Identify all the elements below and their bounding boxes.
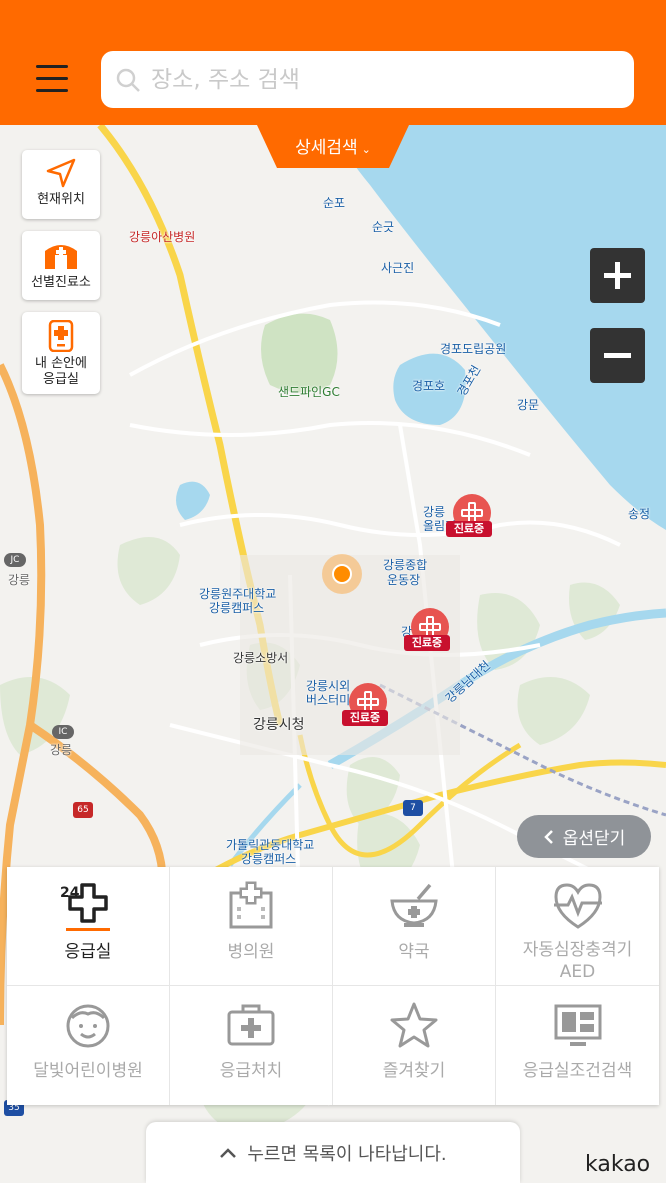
hospital-pin[interactable]: 진료중 — [400, 608, 460, 654]
option-close-label: 옵션닫기 — [562, 829, 626, 849]
map-label-sports-complex-2: 운동장 — [387, 573, 421, 587]
category-hospital[interactable]: 병의원 — [170, 867, 333, 986]
pin-status: 진료중 — [404, 635, 450, 651]
category-label: 약국 — [398, 942, 430, 962]
category-aed[interactable]: 자동심장충격기 AED — [496, 867, 659, 986]
star-icon — [390, 1002, 438, 1048]
chevron-left-icon — [543, 829, 553, 844]
zoom-in-button[interactable] — [590, 248, 645, 303]
map-label-gyeongpoho: 경포호 — [412, 379, 446, 393]
current-location-label: 현재위치 — [37, 192, 85, 207]
map-label-sandpine: 샌드파인GC — [278, 385, 340, 399]
map-label-fire-station: 강릉소방서 — [233, 651, 289, 665]
hospital-building-icon — [229, 881, 273, 929]
category-first-aid[interactable]: 응급처치 — [170, 986, 333, 1105]
er-in-hand-button[interactable]: 내 손안에 응급실 — [22, 312, 100, 394]
app-header — [0, 0, 666, 125]
map-label-sageunjin: 사근진 — [381, 261, 415, 275]
hamburger-menu-button[interactable] — [30, 60, 74, 100]
ic-marker: IC — [52, 725, 74, 739]
child-face-icon — [66, 1004, 110, 1048]
detail-search-tab[interactable]: 상세검색 ⌄ — [257, 125, 409, 168]
monitor-icon — [554, 1004, 601, 1046]
category-moonlight-children-hospital[interactable]: 달빛어린이병원 — [7, 986, 170, 1105]
er-in-hand-label-1: 내 손안에 — [35, 356, 87, 371]
er-in-hand-label-2: 응급실 — [43, 372, 79, 387]
pin-status: 진료중 — [342, 710, 388, 726]
kakao-logo: kakao — [585, 1152, 651, 1177]
jc-marker: JC — [4, 553, 26, 567]
screening-clinic-label: 선별진료소 — [31, 275, 91, 290]
hospital-pin[interactable]: 진료중 — [338, 683, 398, 729]
clinic-tent-icon — [45, 245, 77, 269]
search-input[interactable] — [141, 66, 634, 93]
first-aid-kit-icon — [227, 1004, 275, 1046]
map-label-sunpo: 순포 — [323, 196, 346, 210]
current-location-button[interactable]: 현재위치 — [22, 150, 100, 219]
category-pharmacy[interactable]: 약국 — [333, 867, 496, 986]
category-label: 즐겨찾기 — [382, 1061, 446, 1081]
map-label-wonju-univ-2: 강릉캠퍼스 — [209, 601, 265, 615]
category-favorites[interactable]: 즐겨찾기 — [333, 986, 496, 1105]
category-grid: 24 응급실 병의원 약국 자동심장충격기 AED 달빛어린이병원 응급처치 즐… — [7, 867, 659, 1105]
road-7-shield: 7 — [403, 800, 423, 816]
category-label: 응급실 — [64, 942, 112, 962]
detail-search-label: 상세검색 — [295, 138, 358, 158]
emergency-cross-icon: 24 — [60, 883, 110, 931]
phone-emergency-icon — [48, 320, 74, 352]
category-er-condition-search[interactable]: 응급실조건검색 — [496, 986, 659, 1105]
zoom-out-button[interactable] — [590, 328, 645, 383]
category-label: 병의원 — [227, 942, 275, 962]
category-label: 응급처치 — [219, 1061, 283, 1081]
chevron-down-icon: ⌄ — [361, 143, 371, 156]
road-65-shield: 65 — [73, 802, 93, 818]
list-toggle-label: 누르면 목록이 나타납니다. — [247, 1143, 447, 1165]
map-label-songjeong: 송정 — [628, 507, 651, 521]
map-label-gangneung-jc: 강릉 — [8, 573, 31, 587]
heartbeat-icon — [553, 883, 602, 929]
category-label: 달빛어린이병원 — [33, 1061, 143, 1081]
chevron-up-icon — [220, 1147, 237, 1158]
current-location-marker — [322, 554, 362, 594]
map-label-gangmun: 강문 — [517, 398, 540, 412]
map-label-gyeongpo-park: 경포도립공원 — [440, 342, 507, 356]
category-emergency-room[interactable]: 24 응급실 — [7, 867, 170, 986]
pin-status: 진료중 — [446, 521, 492, 537]
list-toggle-button[interactable]: 누르면 목록이 나타납니다. — [146, 1122, 520, 1183]
category-label: 자동심장충격기 — [522, 940, 633, 960]
search-icon — [116, 68, 140, 92]
map-label-asan-hospital: 강릉아산병원 — [129, 230, 196, 244]
mortar-pestle-icon — [390, 883, 438, 927]
category-label-aed: AED — [559, 962, 596, 982]
hospital-pin[interactable]: 진료중 — [442, 494, 502, 540]
option-close-button[interactable]: 옵션닫기 — [517, 815, 651, 858]
search-bar[interactable] — [101, 51, 634, 108]
map-label-gangneung-ic: 강릉 — [50, 743, 73, 757]
map-label-catholic-univ-2: 강릉캠퍼스 — [241, 852, 297, 866]
map-label-city-hall: 강릉시청 — [253, 717, 305, 733]
navigation-arrow-icon — [46, 158, 76, 188]
map-label-sungut: 순긋 — [372, 220, 395, 234]
screening-clinic-button[interactable]: 선별진료소 — [22, 231, 100, 300]
category-label: 응급실조건검색 — [522, 1061, 633, 1081]
